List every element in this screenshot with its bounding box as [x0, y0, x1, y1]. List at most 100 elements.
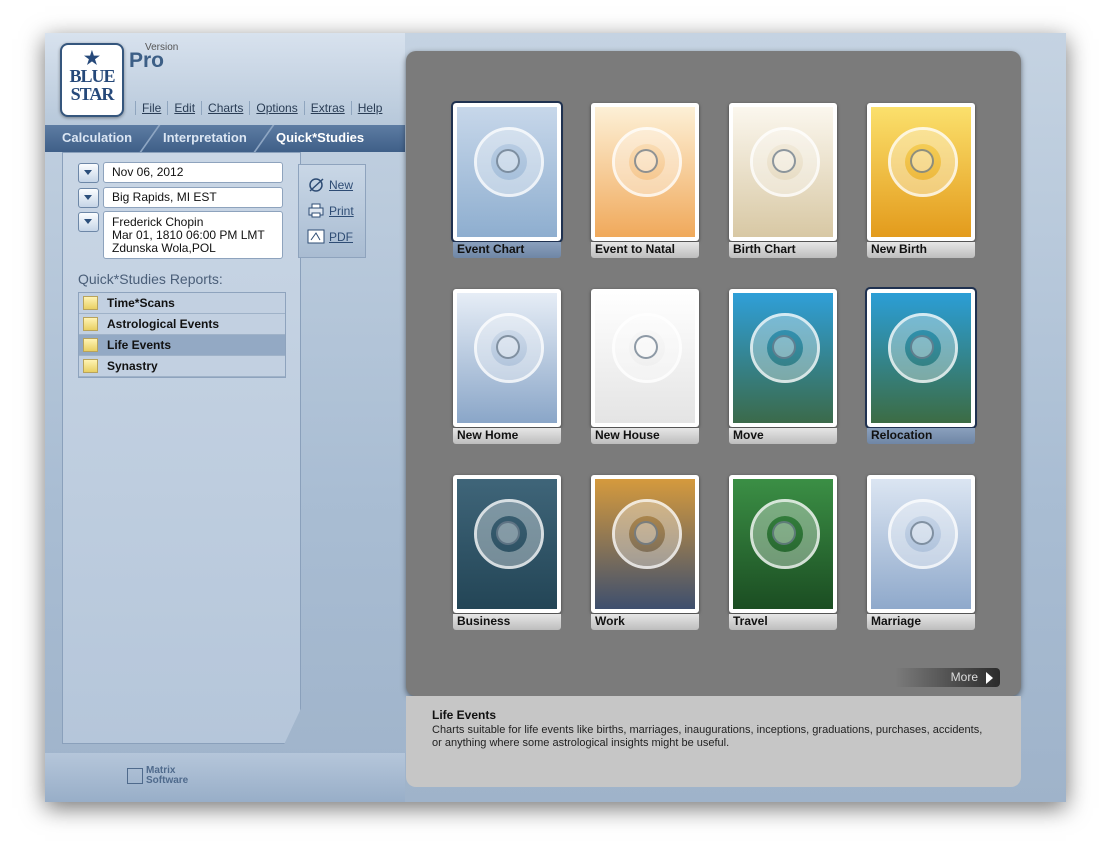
logo-line2: STAR	[70, 84, 115, 104]
chart-dropdown-button[interactable]	[78, 212, 99, 232]
chart-preview-image	[591, 289, 699, 427]
chart-thumbnail[interactable]: Event Chart	[451, 101, 563, 261]
print-button[interactable]: Print	[307, 203, 354, 218]
menu-options[interactable]: Options	[249, 101, 303, 115]
thumbnail-label: Work	[591, 614, 699, 630]
bottom-strip	[45, 753, 405, 802]
more-button[interactable]: More	[895, 668, 1000, 687]
thumbnail-label: Travel	[729, 614, 837, 630]
tab-bar: Calculation Interpretation Quick*Studies	[45, 125, 405, 152]
report-label: Time*Scans	[107, 296, 175, 310]
chart-wheel-icon	[474, 499, 544, 569]
thumbnail-label: New Home	[453, 428, 561, 444]
chart-wheel-icon	[612, 313, 682, 383]
report-life-events[interactable]: Life Events	[79, 335, 285, 356]
menu-help[interactable]: Help	[350, 101, 389, 115]
edition-label: Pro	[129, 49, 165, 72]
chart-wheel-icon	[888, 499, 958, 569]
chart-wheel-icon	[612, 499, 682, 569]
menu-charts[interactable]: Charts	[201, 101, 249, 115]
thumbnail-label: Business	[453, 614, 561, 630]
printer-icon	[307, 203, 325, 218]
thumbnail-label: Event to Natal	[591, 242, 699, 258]
report-label: Synastry	[107, 359, 158, 373]
date-field[interactable]: Nov 06, 2012	[103, 162, 283, 183]
tab-interpretation[interactable]: Interpretation	[163, 130, 247, 145]
chart-preview-image	[865, 287, 977, 429]
chart-field[interactable]: Frederick Chopin Mar 01, 1810 06:00 PM L…	[103, 211, 283, 259]
chart-thumbnail[interactable]: Move	[729, 289, 837, 447]
chart-thumbnail[interactable]: New Birth	[867, 103, 975, 261]
description-panel: Life Events Charts suitable for life eve…	[406, 696, 1021, 787]
chart-thumbnail[interactable]: New Home	[453, 289, 561, 447]
chart-preview-image	[591, 475, 699, 613]
chart-preview-image	[729, 475, 837, 613]
menu-extras[interactable]: Extras	[303, 101, 351, 115]
chart-thumbnail[interactable]: Relocation	[865, 287, 977, 447]
tab-divider	[253, 125, 275, 152]
description-title: Life Events	[432, 708, 497, 722]
new-button[interactable]: New	[307, 177, 353, 192]
chart-thumbnail[interactable]: Work	[591, 475, 699, 633]
pdf-label: PDF	[329, 229, 353, 244]
location-field[interactable]: Big Rapids, MI EST	[103, 187, 283, 208]
menu-bar: File Edit Charts Options Extras Help	[135, 101, 388, 115]
thumbnail-label: New House	[591, 428, 699, 444]
chart-wheel-icon	[612, 127, 682, 197]
thumbnail-label: New Birth	[867, 242, 975, 258]
chart-preview-image	[867, 475, 975, 613]
folder-icon	[83, 317, 98, 331]
chart-wheel-icon	[750, 127, 820, 197]
chart-wheel-icon	[750, 313, 820, 383]
tab-quick-studies[interactable]: Quick*Studies	[276, 130, 364, 145]
new-label: New	[329, 177, 354, 192]
chart-wheel-icon	[888, 127, 958, 197]
chart-preview-image	[591, 103, 699, 241]
report-astrological-events[interactable]: Astrological Events	[79, 314, 285, 335]
report-synastry[interactable]: Synastry	[79, 356, 285, 377]
actions-panel: New Print PDF	[298, 164, 366, 258]
thumbnail-label: Relocation	[867, 428, 975, 444]
matrix-logo-icon	[127, 768, 143, 784]
reports-label: Quick*Studies Reports:	[78, 271, 223, 287]
location-dropdown-button[interactable]	[78, 188, 99, 208]
chart-wheel-icon	[750, 499, 820, 569]
thumbnail-label: Move	[729, 428, 837, 444]
menu-file[interactable]: File	[135, 101, 167, 115]
logo-line1: BLUE	[69, 66, 115, 86]
new-chart-icon	[307, 177, 325, 192]
chart-thumbnail[interactable]: New House	[591, 289, 699, 447]
matrix-software-logo: Matrix Software	[127, 766, 188, 786]
report-time-scans[interactable]: Time*Scans	[79, 293, 285, 314]
report-label: Astrological Events	[107, 317, 220, 331]
chart-thumbnail[interactable]: Event to Natal	[591, 103, 699, 261]
chart-preview-image	[729, 289, 837, 427]
brand-line2: Software	[146, 775, 189, 786]
chart-thumbnail[interactable]: Birth Chart	[729, 103, 837, 261]
chart-preview-image	[451, 101, 563, 243]
thumbnail-label: Marriage	[867, 614, 975, 630]
chart-thumbnail[interactable]: Business	[453, 475, 561, 633]
description-text: Charts suitable for life events like bir…	[432, 724, 983, 749]
reports-list: Time*Scans Astrological Events Life Even…	[78, 292, 286, 378]
pdf-button[interactable]: PDF	[307, 229, 353, 244]
thumbnail-label: Event Chart	[453, 242, 561, 258]
chart-wheel-icon	[474, 127, 544, 197]
folder-icon	[83, 359, 98, 373]
header-area: ★ BLUE STAR Version Pro File Edit Charts…	[45, 33, 405, 125]
chart-thumbnail[interactable]: Travel	[729, 475, 837, 633]
date-dropdown-button[interactable]	[78, 163, 99, 183]
chart-preview-image	[453, 475, 561, 613]
menu-edit[interactable]: Edit	[167, 101, 201, 115]
chart-preview-image	[453, 289, 561, 427]
chart-wheel-icon	[888, 313, 958, 383]
thumbnail-label: Birth Chart	[729, 242, 837, 258]
folder-icon	[83, 296, 98, 310]
tab-calculation[interactable]: Calculation	[62, 130, 132, 145]
chart-thumbnail[interactable]: Marriage	[867, 475, 975, 633]
print-label: Print	[329, 203, 354, 218]
report-label: Life Events	[107, 338, 172, 352]
pdf-icon	[307, 229, 325, 244]
left-panel: Nov 06, 2012 Big Rapids, MI EST Frederic…	[62, 152, 301, 744]
tab-divider	[139, 125, 161, 152]
